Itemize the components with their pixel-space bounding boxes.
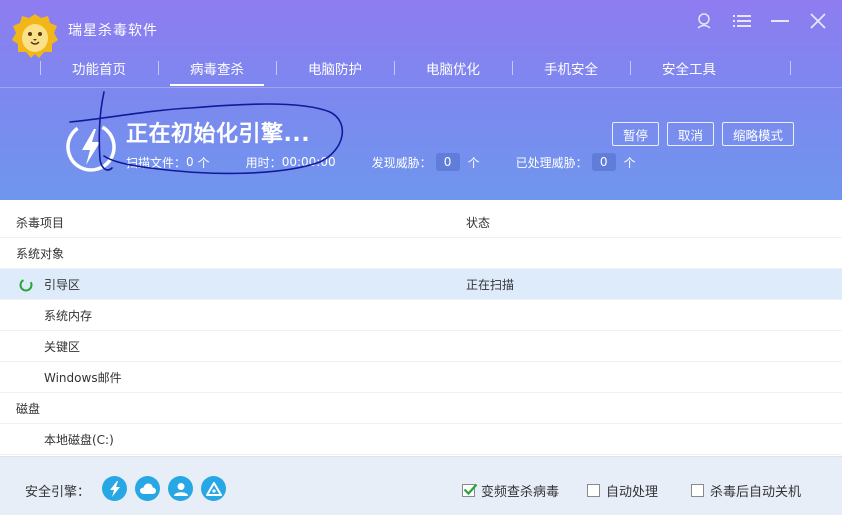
stat-threats: 发现威胁： 0 个 xyxy=(372,153,480,171)
loading-spinner-icon xyxy=(19,278,33,292)
row-label: 系统对象 xyxy=(16,246,65,261)
stat-time-label: 用时： xyxy=(245,155,282,170)
scan-status-lightning-icon xyxy=(66,122,116,172)
auto-handle-option[interactable]: 自动处理 xyxy=(587,481,658,500)
scan-stats: 扫描文件： 0 个 用时： 00:00:00 发现威胁： 0 个 已处理威胁： … xyxy=(126,153,672,171)
auto-shutdown-label: 杀毒后自动关机 xyxy=(710,485,802,500)
table-row-key-area[interactable]: 关键区 xyxy=(0,331,842,362)
main-tabs: 功能首页 病毒查杀 电脑防护 电脑优化 手机安全 安全工具 xyxy=(40,50,748,86)
table-row-local-disk-c[interactable]: 本地磁盘(C:) xyxy=(0,424,842,455)
cancel-button[interactable]: 取消 xyxy=(666,122,714,146)
table-row-boot-sector[interactable]: 引导区 正在扫描 xyxy=(0,269,842,300)
col-header-status: 状态 xyxy=(466,215,491,230)
tab-home[interactable]: 功能首页 xyxy=(40,50,158,86)
table-row-disk[interactable]: 磁盘 xyxy=(0,393,842,424)
user-engine-icon[interactable] xyxy=(168,476,193,501)
scan-items-table: 杀毒项目 状态 系统对象 引导区 正在扫描 系统内存 关键区 Windows邮件… xyxy=(0,207,842,455)
menu-icon[interactable] xyxy=(728,10,756,32)
stat-files: 扫描文件： 0 个 xyxy=(126,154,210,171)
auto-handle-label: 自动处理 xyxy=(606,485,659,500)
account-icon[interactable] xyxy=(690,10,718,32)
tab-virus-scan[interactable]: 病毒查杀 xyxy=(158,50,276,86)
recycle-engine-icon[interactable] xyxy=(201,476,226,501)
app-title: 瑞星杀毒软件 xyxy=(68,23,158,39)
stat-files-value: 0 xyxy=(186,155,194,169)
row-label: 磁盘 xyxy=(16,401,41,416)
table-row-windows-mail[interactable]: Windows邮件 xyxy=(0,362,842,393)
auto-handle-checkbox[interactable] xyxy=(587,484,600,497)
checkmark-icon xyxy=(463,483,478,496)
stat-time: 用时： 00:00:00 xyxy=(246,154,336,171)
row-label: 引导区 xyxy=(44,277,81,292)
table-header: 杀毒项目 状态 xyxy=(0,207,842,238)
tab-divider xyxy=(790,61,791,75)
footer-bar: 安全引擎： 变频查杀病毒 自动处理 杀毒后自动关机 xyxy=(0,456,842,515)
tab-security-tools[interactable]: 安全工具 xyxy=(630,50,748,86)
freq-scan-option[interactable]: 变频查杀病毒 xyxy=(462,481,559,500)
col-header-item: 杀毒项目 xyxy=(16,215,65,230)
stat-handled-unit: 个 xyxy=(623,155,636,170)
engine-label: 安全引擎： xyxy=(25,485,91,500)
header-banner: 瑞星杀毒软件 功能首页 病毒查杀 电脑防护 电脑优化 手机安全 安全工具 正在初… xyxy=(0,0,842,200)
stat-time-value: 00:00:00 xyxy=(281,155,336,169)
freq-scan-label: 变频查杀病毒 xyxy=(481,485,560,500)
row-label: 关键区 xyxy=(44,339,81,354)
freq-scan-checkbox[interactable] xyxy=(462,483,478,497)
auto-shutdown-checkbox[interactable] xyxy=(691,484,704,497)
table-row-system-objects[interactable]: 系统对象 xyxy=(0,238,842,269)
stat-handled-label: 已处理威胁： xyxy=(515,155,588,170)
minimize-icon[interactable] xyxy=(766,10,794,32)
tab-mobile-security[interactable]: 手机安全 xyxy=(512,50,630,86)
row-status: 正在扫描 xyxy=(466,277,515,292)
auto-shutdown-option[interactable]: 杀毒后自动关机 xyxy=(691,481,801,500)
stat-files-unit: 个 xyxy=(197,155,210,170)
pause-button[interactable]: 暂停 xyxy=(611,122,659,146)
header-divider xyxy=(0,87,842,88)
tab-optimize[interactable]: 电脑优化 xyxy=(394,50,512,86)
stat-threats-unit: 个 xyxy=(467,155,480,170)
mini-mode-button[interactable]: 缩略模式 xyxy=(721,122,794,146)
tab-protection[interactable]: 电脑防护 xyxy=(276,50,394,86)
lightning-engine-icon[interactable] xyxy=(102,476,127,501)
cloud-engine-icon[interactable] xyxy=(135,476,160,501)
row-label: Windows邮件 xyxy=(44,370,122,385)
close-icon[interactable] xyxy=(804,10,832,32)
scan-status-title: 正在初始化引擎... xyxy=(126,122,311,147)
stat-files-label: 扫描文件： xyxy=(126,155,187,170)
table-row-system-memory[interactable]: 系统内存 xyxy=(0,300,842,331)
row-label: 本地磁盘(C:) xyxy=(44,432,114,447)
threats-badge: 0 xyxy=(435,153,460,171)
row-label: 系统内存 xyxy=(44,308,93,323)
handled-badge: 0 xyxy=(591,153,616,171)
stat-handled: 已处理威胁： 0 个 xyxy=(516,153,636,171)
stat-threats-label: 发现威胁： xyxy=(371,155,432,170)
